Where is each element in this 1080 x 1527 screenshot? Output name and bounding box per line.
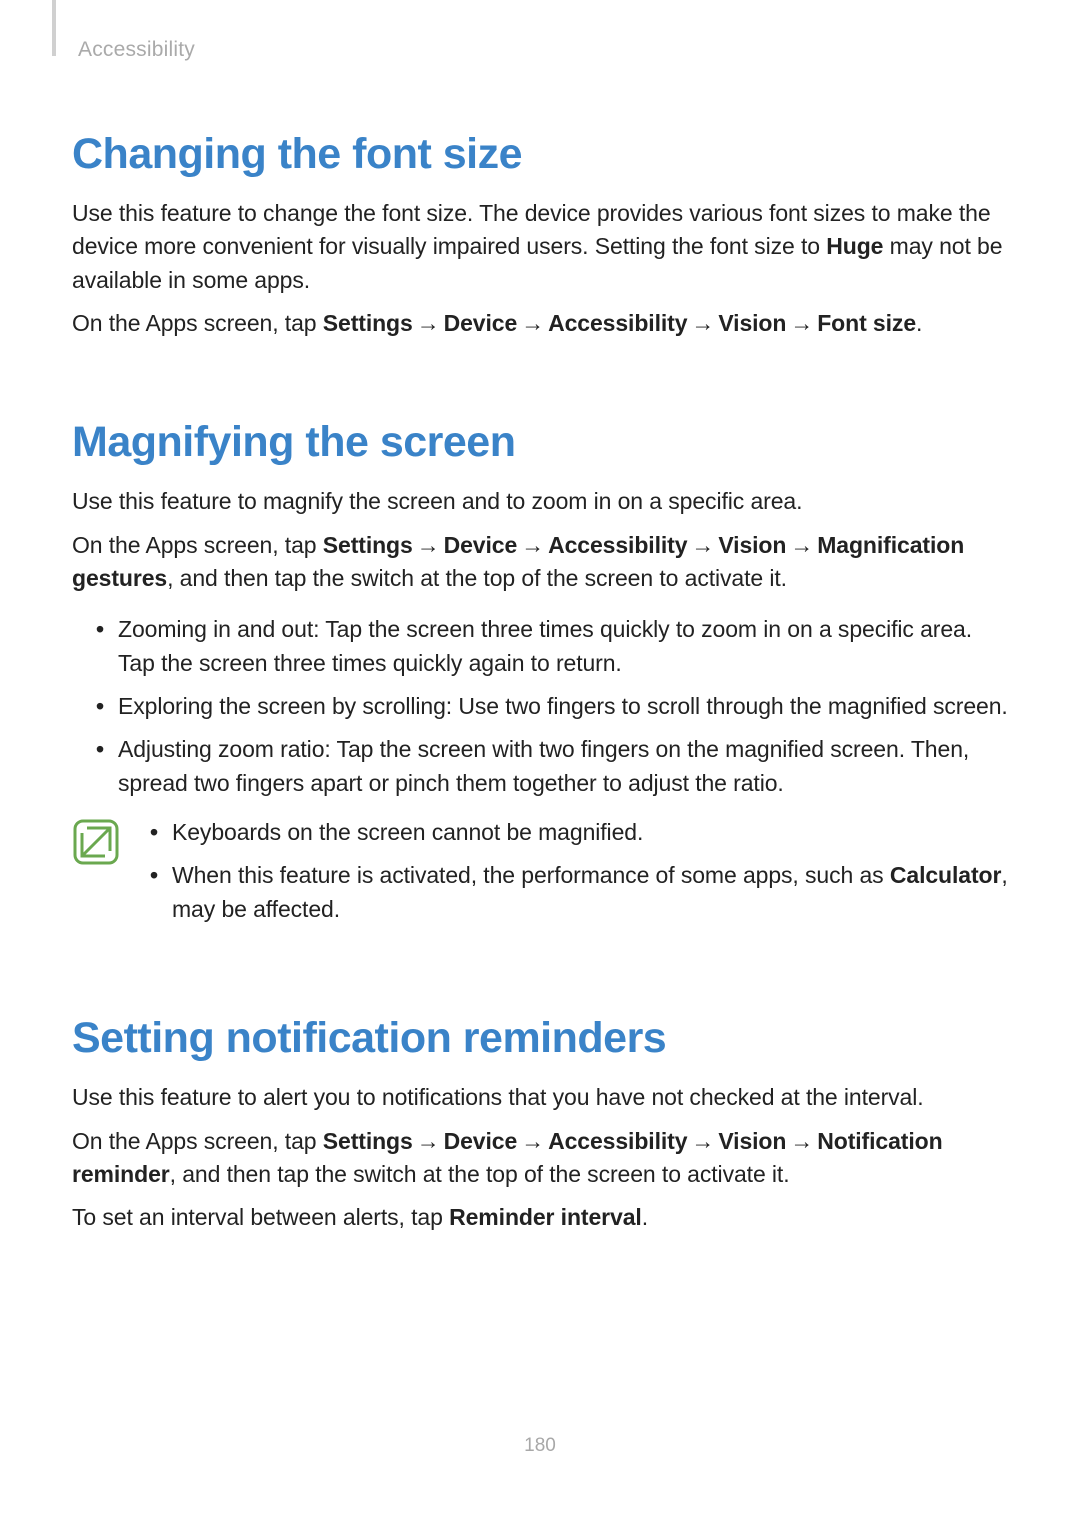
arrow-icon: →: [786, 532, 817, 558]
text: On the Apps screen, tap: [72, 310, 323, 336]
bold-calculator: Calculator: [890, 862, 1001, 888]
text: On the Apps screen, tap: [72, 1128, 323, 1154]
path-device: Device: [444, 310, 518, 336]
path-accessibility: Accessibility: [548, 1128, 687, 1154]
arrow-icon: →: [786, 1128, 817, 1154]
text: .: [916, 310, 922, 336]
text: When this feature is activated, the perf…: [172, 862, 890, 888]
arrow-icon: →: [687, 310, 718, 336]
path-device: Device: [444, 1128, 518, 1154]
list-item: Adjusting zoom ratio: Tap the screen wit…: [100, 733, 1008, 800]
arrow-icon: →: [413, 532, 444, 558]
paragraph-nav-path: On the Apps screen, tap Settings→Device→…: [72, 1125, 1008, 1192]
list-item: Zooming in and out: Tap the screen three…: [100, 613, 1008, 680]
bold-huge: Huge: [826, 233, 883, 259]
heading-changing-font-size: Changing the font size: [72, 130, 1008, 179]
paragraph: To set an interval between alerts, tap R…: [72, 1201, 1008, 1234]
list-item: Exploring the screen by scrolling: Use t…: [100, 690, 1008, 723]
arrow-icon: →: [413, 1128, 444, 1154]
bold-reminder-interval: Reminder interval: [449, 1204, 642, 1230]
path-fontsize: Font size: [817, 310, 916, 336]
paragraph-nav-path: On the Apps screen, tap Settings→Device→…: [72, 307, 1008, 340]
text: .: [642, 1204, 648, 1230]
note-bullet-list: Keyboards on the screen cannot be magnif…: [136, 816, 1008, 936]
arrow-icon: →: [786, 310, 817, 336]
list-item: When this feature is activated, the perf…: [154, 859, 1008, 926]
paragraph: Use this feature to change the font size…: [72, 197, 1008, 297]
path-accessibility: Accessibility: [548, 532, 687, 558]
page-number: 180: [0, 1435, 1080, 1457]
text: To set an interval between alerts, tap: [72, 1204, 449, 1230]
text: , and then tap the switch at the top of …: [167, 565, 787, 591]
arrow-icon: →: [517, 1128, 548, 1154]
breadcrumb: Accessibility: [78, 38, 1008, 62]
paragraph-nav-path: On the Apps screen, tap Settings→Device→…: [72, 529, 1008, 596]
header-tab-divider: [52, 0, 56, 56]
paragraph: Use this feature to alert you to notific…: [72, 1081, 1008, 1114]
note-block: Keyboards on the screen cannot be magnif…: [72, 816, 1008, 936]
path-accessibility: Accessibility: [548, 310, 687, 336]
paragraph: Use this feature to magnify the screen a…: [72, 485, 1008, 518]
text: On the Apps screen, tap: [72, 532, 323, 558]
note-icon: [72, 818, 120, 866]
bullet-list: Zooming in and out: Tap the screen three…: [72, 613, 1008, 800]
list-item: Keyboards on the screen cannot be magnif…: [154, 816, 1008, 849]
text: , and then tap the switch at the top of …: [170, 1161, 790, 1187]
arrow-icon: →: [413, 310, 444, 336]
path-settings: Settings: [323, 532, 413, 558]
arrow-icon: →: [687, 1128, 718, 1154]
path-vision: Vision: [718, 310, 786, 336]
heading-magnifying-screen: Magnifying the screen: [72, 418, 1008, 467]
path-device: Device: [444, 532, 518, 558]
path-vision: Vision: [718, 532, 786, 558]
path-settings: Settings: [323, 310, 413, 336]
arrow-icon: →: [517, 532, 548, 558]
heading-notification-reminders: Setting notification reminders: [72, 1014, 1008, 1063]
arrow-icon: →: [687, 532, 718, 558]
path-settings: Settings: [323, 1128, 413, 1154]
arrow-icon: →: [517, 310, 548, 336]
path-vision: Vision: [718, 1128, 786, 1154]
